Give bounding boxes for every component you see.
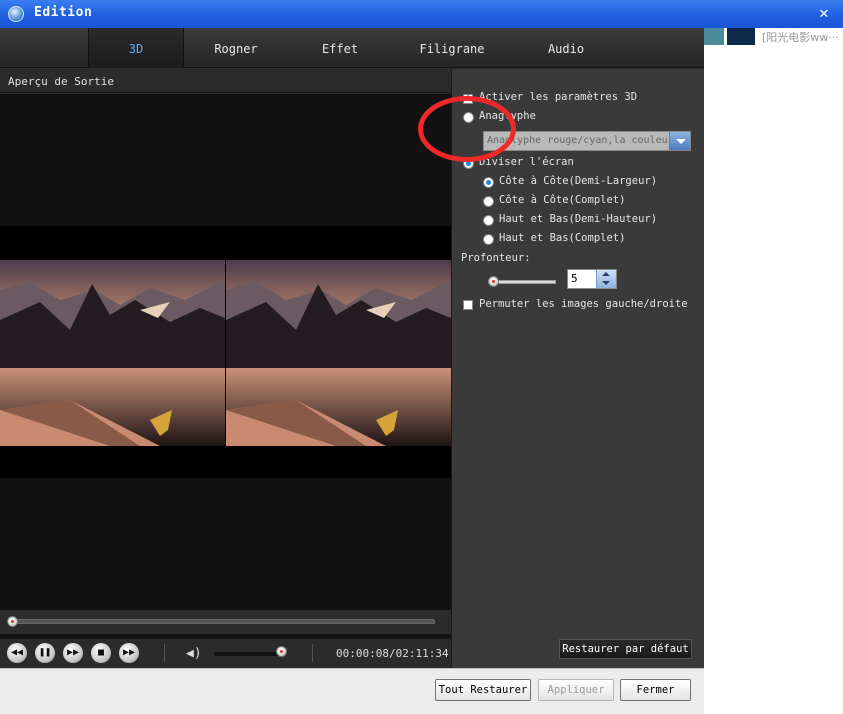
tab-3d[interactable]: 3D [88, 28, 184, 68]
split-option-radio[interactable] [483, 196, 494, 207]
rewind-icon[interactable]: ◀◀ [7, 643, 27, 663]
edition-dialog: 3D Rogner Effet Filigrane Audio Aperçu d… [0, 28, 704, 714]
fast-forward-icon[interactable]: ▶▶ [63, 643, 83, 663]
timeline [0, 610, 451, 634]
video-right-view [226, 260, 451, 446]
depth-value: 5 [571, 272, 578, 285]
enable-3d-label: Activer les paramètres 3D [479, 91, 638, 103]
background-text: [阳光电影ww··· [762, 31, 839, 44]
background-thumbnail [727, 28, 755, 45]
background-window: [阳光电影ww··· [704, 28, 843, 714]
depth-label: Profonteur: [461, 252, 531, 264]
volume-icon[interactable]: ◀) [186, 646, 204, 662]
stop-icon[interactable]: ■ [91, 643, 111, 663]
pause-icon[interactable]: ❚❚ [35, 643, 55, 663]
anaglyph-dropdown-value: Anaglyphe rouge/cyan,la couleur [487, 135, 674, 146]
depth-spinbox[interactable]: 5 [567, 269, 617, 289]
video-frame [0, 226, 451, 478]
tab-effet[interactable]: Effet [292, 28, 388, 68]
video-left-view [0, 260, 225, 446]
background-thumbnail [704, 28, 724, 45]
tab-rogner[interactable]: Rogner [188, 28, 284, 68]
playback-controls: ◀◀ ❚❚ ▶▶ ■ ▶▶ ◀) 00:00:08/02:11:34 [0, 638, 451, 668]
split-option-label: Haut et Bas(Demi-Hauteur) [499, 213, 658, 225]
separator [312, 644, 313, 662]
app-icon [8, 6, 24, 22]
split-option-radio[interactable] [483, 177, 494, 188]
settings-3d-panel: Activer les paramètres 3D Anaglyphe Anag… [452, 69, 704, 669]
tab-filigrane[interactable]: Filigrane [404, 28, 500, 68]
seek-handle[interactable] [7, 616, 18, 627]
close-button[interactable]: Fermer [620, 679, 691, 701]
next-frame-icon[interactable]: ▶▶ [119, 643, 139, 663]
split-option-radio[interactable] [483, 215, 494, 226]
annotation-circle [418, 96, 516, 162]
close-icon[interactable]: ✕ [815, 4, 833, 22]
volume-handle[interactable] [276, 646, 287, 657]
split-option-label: Haut et Bas(Complet) [499, 232, 626, 244]
tab-audio[interactable]: Audio [518, 28, 614, 68]
separator [164, 644, 165, 662]
swap-images-label: Permuter les images gauche/droite [479, 298, 688, 310]
preview-title: Aperçu de Sortie [0, 69, 451, 93]
split-option-radio[interactable] [483, 234, 494, 245]
apply-button[interactable]: Appliquer [538, 679, 614, 701]
tab-bar: 3D Rogner Effet Filigrane Audio [0, 28, 704, 68]
spin-arrows-icon[interactable] [596, 270, 616, 288]
dialog-footer: Tout Restaurer Appliquer Fermer [0, 668, 704, 714]
split-screen-label: Diviser l'écran [479, 156, 574, 168]
swap-images-checkbox[interactable] [463, 300, 473, 310]
split-option-label: Côte à Côte(Complet) [499, 194, 626, 206]
playback-time: 00:00:08/02:11:34 [336, 647, 449, 660]
window-title: Edition [34, 5, 93, 20]
video-preview [0, 94, 451, 638]
seek-bar[interactable] [10, 619, 435, 624]
chevron-down-icon [669, 132, 690, 150]
reset-all-button[interactable]: Tout Restaurer [435, 679, 531, 701]
split-option-label: Côte à Côte(Demi-Largeur) [499, 175, 658, 187]
depth-handle[interactable] [488, 276, 499, 287]
restore-default-button[interactable]: Restaurer par défaut [559, 639, 692, 659]
title-bar: Edition ✕ [0, 0, 843, 28]
